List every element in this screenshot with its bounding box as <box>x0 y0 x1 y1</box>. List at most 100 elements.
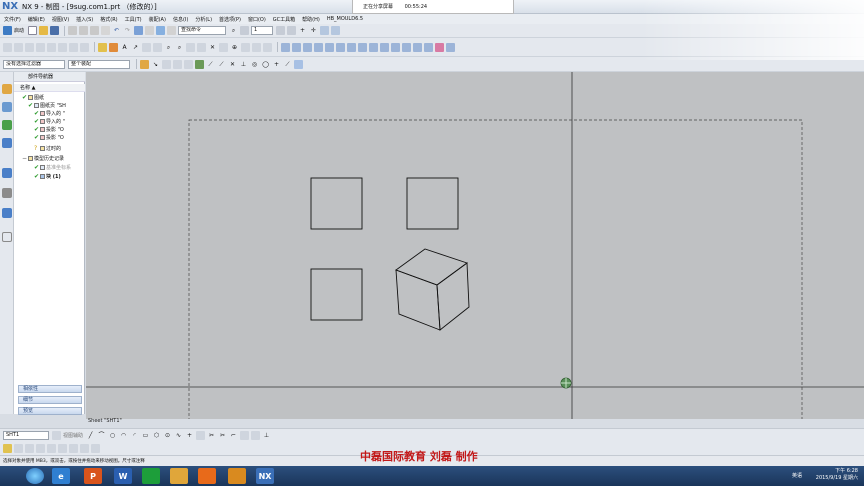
menu-assembly[interactable]: 装配(A) <box>149 16 166 23</box>
redo-icon[interactable]: ↷ <box>123 26 132 35</box>
top-view-icon[interactable] <box>358 42 367 52</box>
fillet-icon[interactable]: ◜ <box>130 431 139 440</box>
check-icon[interactable]: ✔ <box>34 174 39 180</box>
monochrome-icon[interactable] <box>14 443 23 453</box>
navigator-column-name[interactable]: 名称 ▲ <box>14 84 85 92</box>
rotate-icon[interactable] <box>197 42 206 52</box>
panel-details[interactable]: 细节 <box>18 396 82 404</box>
rectangle-select-icon[interactable] <box>162 59 171 69</box>
find-icon[interactable] <box>145 26 155 35</box>
drawing-canvas[interactable] <box>86 72 864 451</box>
tree-item-datum-csys[interactable]: ✔ 基准坐标系 <box>34 164 71 172</box>
menu-preferences[interactable]: 首选项(P) <box>219 16 241 23</box>
measure-icon[interactable] <box>80 443 89 453</box>
wireframe-icon[interactable] <box>292 42 301 52</box>
word-icon[interactable]: W <box>114 468 132 484</box>
arc-icon[interactable]: ◠ <box>119 431 128 440</box>
menu-help[interactable]: 帮助(H) <box>302 16 320 23</box>
trimetric-view-icon[interactable] <box>391 42 400 52</box>
hatch-icon[interactable] <box>241 42 250 52</box>
check-icon[interactable]: ✔ <box>34 111 39 117</box>
menu-format[interactable]: 格式(R) <box>100 16 117 23</box>
tree-item-projected-2[interactable]: ✔ 投影 "O <box>34 134 64 142</box>
expand-icon[interactable]: − <box>22 156 27 162</box>
table-icon[interactable] <box>252 42 261 52</box>
shaded-icon[interactable] <box>281 42 290 52</box>
paste-icon[interactable] <box>90 26 100 35</box>
trim-icon[interactable]: ✂ <box>207 431 216 440</box>
menu-view[interactable]: 视图(V) <box>52 16 69 23</box>
tree-item-sheet[interactable]: ✔ 图纸页 "SH <box>28 102 66 110</box>
snap-point-icon[interactable] <box>195 59 204 69</box>
graphics-window[interactable] <box>86 72 864 451</box>
point-icon[interactable]: + <box>272 60 281 69</box>
save-icon[interactable] <box>50 26 60 35</box>
projected-view-icon[interactable] <box>36 42 45 52</box>
back-view-icon[interactable] <box>424 42 433 52</box>
spline-icon[interactable]: ∿ <box>174 431 183 440</box>
color-icon[interactable] <box>435 42 444 52</box>
undo-icon[interactable]: ↶ <box>112 26 121 35</box>
open-sheet-icon[interactable] <box>14 42 23 52</box>
repeat-command-icon[interactable] <box>134 26 144 35</box>
panel-dependencies[interactable]: 相依性 <box>18 385 82 393</box>
copy-icon[interactable] <box>79 26 89 35</box>
widths-icon[interactable] <box>25 443 34 453</box>
search-icon[interactable]: ⌕ <box>229 26 238 35</box>
display-icon[interactable] <box>331 26 341 35</box>
dimension-icon[interactable] <box>98 42 107 52</box>
menu-gc-toolbox[interactable]: GC工具箱 <box>273 16 295 23</box>
datum-icon[interactable] <box>153 42 162 52</box>
check-icon[interactable]: ✔ <box>34 135 39 141</box>
move-to-layer-icon[interactable] <box>287 26 297 35</box>
view-boundary-icon[interactable] <box>80 42 89 52</box>
derived-line-icon[interactable] <box>196 430 206 440</box>
roles-tab-icon[interactable] <box>2 232 12 242</box>
assembly-navigator-tab-icon[interactable] <box>2 102 12 112</box>
start-label[interactable]: 启动 <box>14 27 24 34</box>
system-materials-tab-icon[interactable] <box>2 208 12 218</box>
deselect-icon[interactable]: ↘ <box>151 60 160 69</box>
properties-icon[interactable] <box>69 443 78 453</box>
constraint-navigator-tab-icon[interactable] <box>2 120 12 130</box>
new-file-icon[interactable] <box>28 26 38 35</box>
menu-info[interactable]: 信息(I) <box>173 16 188 23</box>
left-view-icon[interactable] <box>402 42 411 52</box>
system-clock[interactable]: 下午 6:28 2015/9/19 星期六 <box>816 468 858 482</box>
file-explorer-icon[interactable] <box>228 468 246 484</box>
chat-app-icon[interactable] <box>142 468 160 484</box>
snap-view-icon[interactable]: + <box>298 26 307 35</box>
existing-point-icon[interactable]: ⟋ <box>283 60 292 69</box>
detail-view-icon[interactable] <box>47 42 56 52</box>
bottom-view-icon[interactable] <box>413 42 422 52</box>
menu-analysis[interactable]: 分析(L) <box>195 16 212 23</box>
center-icon[interactable]: ◎ <box>250 60 259 69</box>
hidden-line-icon[interactable] <box>303 42 312 52</box>
corner-icon[interactable]: ⌐ <box>229 431 238 440</box>
nx-taskbar-icon[interactable]: NX <box>256 468 274 484</box>
info-icon[interactable] <box>91 443 100 453</box>
mirror-icon[interactable] <box>251 430 261 440</box>
tree-item-drawing[interactable]: ✔ 图纸 <box>22 94 44 102</box>
tree-item-block[interactable]: ✔ 块 (1) <box>34 173 61 181</box>
constraint-icon[interactable]: ⊥ <box>262 431 271 440</box>
window-icon[interactable] <box>156 26 166 35</box>
endpoint-icon[interactable]: ⟋ <box>206 60 215 69</box>
open-folder-icon[interactable] <box>39 26 49 35</box>
partial-shaded-icon[interactable] <box>336 42 345 52</box>
centerline-icon[interactable] <box>219 42 228 52</box>
edit-style-icon[interactable] <box>58 443 67 453</box>
layer-combo[interactable]: 1 <box>251 26 274 35</box>
leader-icon[interactable]: ↗ <box>131 43 140 52</box>
media-player-icon[interactable] <box>170 468 188 484</box>
zoom-fit-icon[interactable]: ⌕ <box>164 43 173 52</box>
selection-scope-combo[interactable]: 整个装配 <box>68 59 130 69</box>
perpendicular-icon[interactable]: ⊥ <box>239 60 248 69</box>
point-plus-icon[interactable]: + <box>185 431 194 440</box>
grid-icon[interactable] <box>52 430 61 440</box>
iso-view-icon[interactable] <box>380 42 389 52</box>
front-view-icon[interactable] <box>347 42 356 52</box>
new-sheet-icon[interactable] <box>3 42 12 52</box>
web-browser-tab-icon[interactable] <box>2 168 12 178</box>
grid-display-icon[interactable] <box>3 443 12 453</box>
